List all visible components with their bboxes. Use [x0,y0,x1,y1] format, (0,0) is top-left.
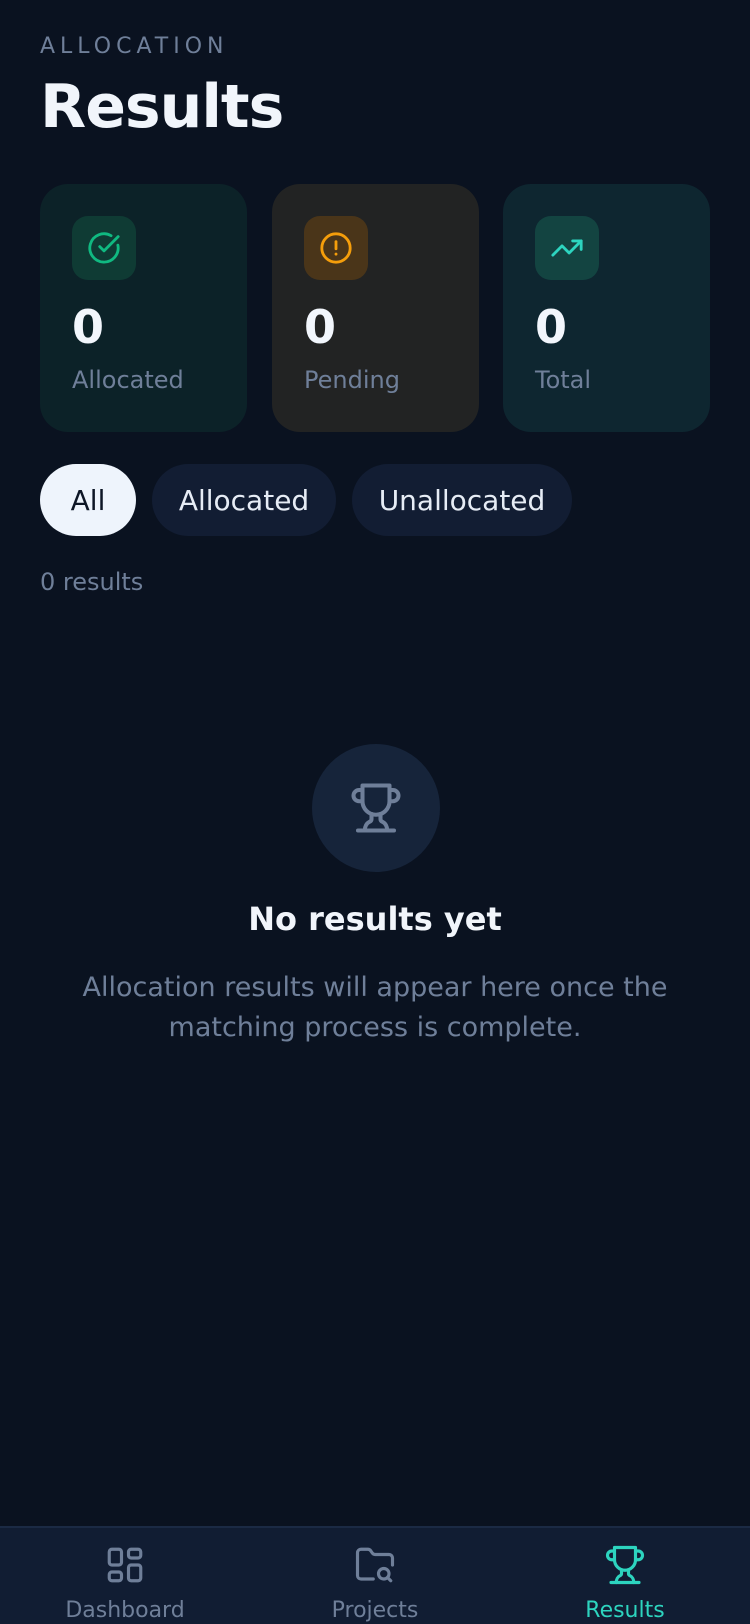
stat-value: 0 [535,300,568,354]
nav-item-dashboard[interactable]: Dashboard [0,1528,250,1624]
check-circle-icon [72,216,136,280]
dashboard-icon [107,1547,143,1583]
nav-item-results[interactable]: Results [500,1528,750,1624]
stat-value: 0 [304,300,337,354]
stat-label: Total [535,366,592,394]
empty-state-description: Allocation results will appear here once… [82,972,668,1043]
page-title: Results [40,72,284,142]
stat-card-allocated: 0 Allocated [40,184,247,432]
stat-value: 0 [72,300,105,354]
trending-up-icon [535,216,599,280]
section-eyebrow: ALLOCATION [40,34,229,59]
empty-state-badge [312,744,440,872]
nav-label: Dashboard [65,1598,185,1623]
stat-label: Allocated [72,366,184,394]
empty-state-title: No results yet [248,900,502,938]
stat-label: Pending [304,366,400,394]
bottom-nav: Dashboard Projects Results [0,1526,750,1624]
stat-card-total: 0 Total [503,184,710,432]
folder-search-icon [355,1547,395,1583]
filter-allocated-chip[interactable]: Allocated [152,464,336,536]
stat-card-pending: 0 Pending [272,184,479,432]
stats-row: 0 Allocated 0 Pending 0 Total [40,184,710,432]
trophy-icon [351,783,401,833]
trophy-icon [605,1545,645,1585]
nav-label: Results [585,1598,665,1623]
nav-label: Projects [331,1598,419,1623]
results-count: 0 results [40,568,144,596]
alert-circle-icon [304,216,368,280]
filter-unallocated-chip[interactable]: Unallocated [352,464,572,536]
nav-item-projects[interactable]: Projects [250,1528,500,1624]
results-screen: ALLOCATION Results 0 Allocated 0 Pending… [0,0,750,1624]
filter-all-chip[interactable]: All [40,464,136,536]
